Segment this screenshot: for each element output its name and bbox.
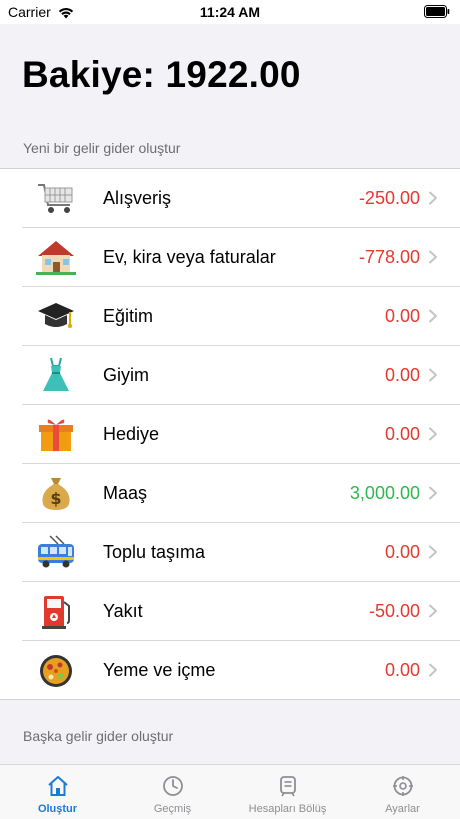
- food-pan-icon: [36, 651, 76, 689]
- shopping-cart-icon: [36, 179, 76, 217]
- category-label: Giyim: [103, 365, 149, 385]
- balance-title: Bakiye: 1922.00: [22, 54, 301, 95]
- chevron-right-icon: [428, 486, 438, 500]
- fuel-pump-icon: [36, 592, 76, 630]
- category-row[interactable]: Hediye 0.00: [22, 405, 460, 464]
- battery-icon: [424, 5, 450, 21]
- category-amount: 0.00: [384, 306, 420, 326]
- category-row[interactable]: Giyim 0.00: [22, 346, 460, 405]
- chevron-right-icon: [428, 663, 438, 677]
- tab-item[interactable]: Oluştur: [0, 765, 115, 819]
- category-row[interactable]: Eğitim 0.00: [22, 287, 460, 346]
- category-label: Toplu taşıma: [103, 542, 206, 562]
- category-label: Ev, kira veya faturalar: [103, 247, 276, 267]
- dress-icon: [36, 356, 76, 394]
- chevron-right-icon: [428, 309, 438, 323]
- category-amount: 3,000.00: [349, 483, 420, 503]
- tab-item[interactable]: Hesapları Bölüş: [230, 765, 345, 819]
- receipt-icon: [276, 774, 300, 798]
- category-amount: 0.00: [384, 542, 420, 562]
- category-label: Alışveriş: [103, 188, 172, 208]
- category-row[interactable]: Toplu taşıma 0.00: [22, 523, 460, 582]
- graduation-cap-icon: [36, 297, 76, 335]
- category-row[interactable]: Yakıt -50.00: [22, 582, 460, 641]
- tab-item[interactable]: Ayarlar: [345, 765, 460, 819]
- tab-label: Geçmiş: [153, 803, 192, 815]
- gift-icon: [36, 415, 76, 453]
- bus-icon: [36, 533, 76, 571]
- category-row[interactable]: Ev, kira veya faturalar -778.00: [22, 228, 460, 287]
- chevron-right-icon: [428, 427, 438, 441]
- svg-text:$: $: [50, 489, 61, 508]
- category-amount: -50.00: [368, 601, 420, 621]
- category-amount: 0.00: [384, 424, 420, 444]
- tab-label: Hesapları Bölüş: [248, 803, 327, 815]
- category-label: Eğitim: [103, 306, 154, 326]
- home-icon: [46, 774, 70, 798]
- category-amount: 0.00: [384, 660, 420, 680]
- create-section-label: Yeni bir gelir gider oluştur: [23, 140, 181, 156]
- category-label: Hediye: [103, 424, 160, 444]
- category-amount: -778.00: [358, 247, 420, 267]
- tab-item[interactable]: Geçmiş: [115, 765, 230, 819]
- category-amount: -250.00: [358, 188, 420, 208]
- chevron-right-icon: [428, 604, 438, 618]
- chevron-right-icon: [428, 368, 438, 382]
- category-label: Yeme ve içme: [103, 660, 216, 680]
- chevron-right-icon: [428, 191, 438, 205]
- money-bag-icon: $: [36, 474, 76, 512]
- category-row[interactable]: $ Maaş 3,000.00: [22, 464, 460, 523]
- gear-icon: [391, 774, 415, 798]
- status-bar: Carrier 11:24 AM: [0, 0, 460, 24]
- house-icon: [36, 238, 76, 276]
- category-label: Yakıt: [103, 601, 143, 621]
- category-amount: 0.00: [384, 365, 420, 385]
- category-label: Maaş: [103, 483, 148, 503]
- status-time: 11:24 AM: [199, 4, 261, 20]
- tab-bar: Oluştur Geçmiş Hesapları Bölüş Ayarlar: [0, 764, 460, 819]
- category-row[interactable]: Yeme ve içme 0.00: [22, 641, 460, 699]
- other-section-label: Başka gelir gider oluştur: [23, 728, 174, 744]
- clock-icon: [161, 774, 185, 798]
- category-row[interactable]: Alışveriş -250.00: [22, 169, 460, 228]
- category-list: Alışveriş -250.00 Ev, kira veya faturalar -…: [0, 168, 460, 700]
- chevron-right-icon: [428, 250, 438, 264]
- tab-label: Oluştur: [37, 803, 78, 815]
- tab-label: Ayarlar: [385, 803, 420, 815]
- chevron-right-icon: [428, 545, 438, 559]
